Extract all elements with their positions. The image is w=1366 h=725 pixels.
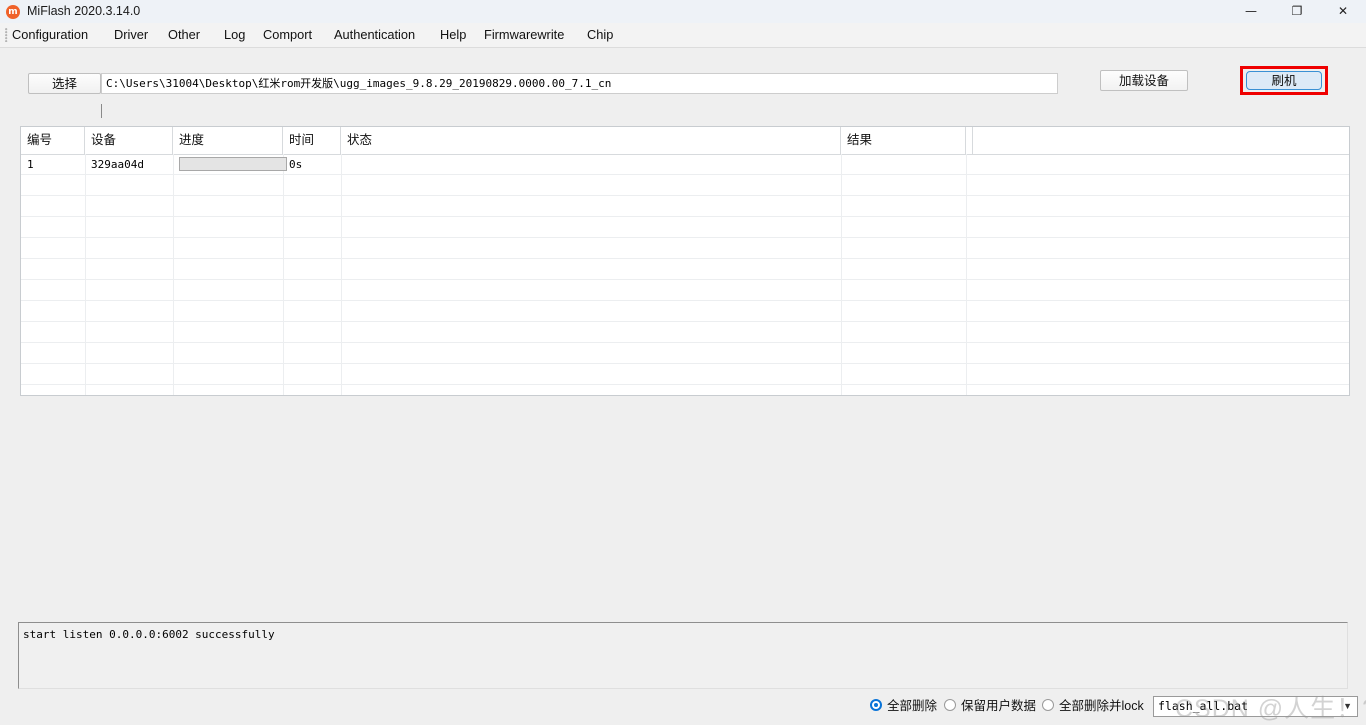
radio-option-label: 保留用户数据 [961,699,1037,713]
table-row[interactable] [21,322,1349,343]
close-button[interactable]: ✕ [1320,0,1366,23]
menu-item-firmwarewrite[interactable]: Firmwarewrite [484,23,564,47]
menu-item-configuration[interactable]: Configuration [12,23,88,47]
radio-button-icon[interactable] [944,699,956,711]
menu-item-comport[interactable]: Comport [263,23,312,47]
table-row[interactable] [21,364,1349,385]
table-header-5[interactable]: 结果 [841,127,966,154]
text-caret [101,104,102,118]
firmware-path-input[interactable]: C:\Users\31004\Desktop\红米rom开发版\ugg_imag… [101,73,1058,94]
table-header-row: 编号 设备 进度 时间 状态 结果 [21,127,1349,155]
menu-item-authentication[interactable]: Authentication [334,23,415,47]
log-panel[interactable]: start listen 0.0.0.0:6002 successfully [18,622,1348,689]
table-row[interactable] [21,175,1349,196]
mi-logo-icon: m [6,5,20,19]
device-table: 编号 设备 进度 时间 状态 结果 1 329aa04d 0s [20,126,1350,396]
progress-bar [179,157,287,171]
table-header-1[interactable]: 设备 [85,127,173,154]
table-row[interactable] [21,238,1349,259]
table-header-2[interactable]: 进度 [173,127,283,154]
table-row[interactable] [21,217,1349,238]
log-text: start listen 0.0.0.0:6002 successfully [23,628,275,641]
menu-grip-handle[interactable] [5,28,8,42]
radio-option-label: 全部删除 [887,699,938,713]
flash-script-select[interactable]: flash_all.bat ▼ [1153,696,1358,717]
table-header-4[interactable]: 状态 [341,127,841,154]
flash-script-value: flash_all.bat [1158,699,1249,713]
table-cell-status [341,154,841,175]
table-header-3[interactable]: 时间 [283,127,341,154]
radio-button-icon[interactable] [870,699,882,711]
table-row[interactable] [21,301,1349,322]
table-row[interactable] [21,343,1349,364]
table-cell-time: 0s [289,158,303,171]
table-row[interactable] [21,385,1349,395]
menu-item-driver[interactable]: Driver [114,23,148,47]
table-cell-device: 329aa04d [91,158,144,171]
table-header-0[interactable]: 编号 [21,127,85,154]
menu-bar: Configuration Driver Other Log Comport Authen… [0,23,1366,48]
menu-item-help[interactable]: Help [440,23,466,47]
chevron-down-icon: ▼ [1343,701,1352,711]
table-header-spacer [966,127,973,154]
minimize-button[interactable]: — [1228,0,1274,23]
maximize-restore-button[interactable]: ❐ [1274,0,1320,23]
radio-button-icon[interactable] [1042,699,1054,711]
flash-button[interactable]: 刷机 [1246,71,1322,90]
menu-item-other[interactable]: Other [168,23,200,47]
select-folder-button[interactable]: 选择 [28,73,101,94]
window-title: MiFlash 2020.3.14.0 [27,4,141,18]
menu-item-chip[interactable]: Chip [587,23,613,47]
table-row[interactable] [21,280,1349,301]
table-cell-result [841,154,966,175]
table-row[interactable] [21,259,1349,280]
table-cell-index: 1 [27,158,34,171]
menu-item-log[interactable]: Log [224,23,245,47]
table-row[interactable] [21,196,1349,217]
load-device-button[interactable]: 加载设备 [1100,70,1188,91]
radio-option-label: 全部删除并lock [1059,699,1144,713]
title-bar: m MiFlash 2020.3.14.0 — ❐ ✕ [0,0,1366,24]
